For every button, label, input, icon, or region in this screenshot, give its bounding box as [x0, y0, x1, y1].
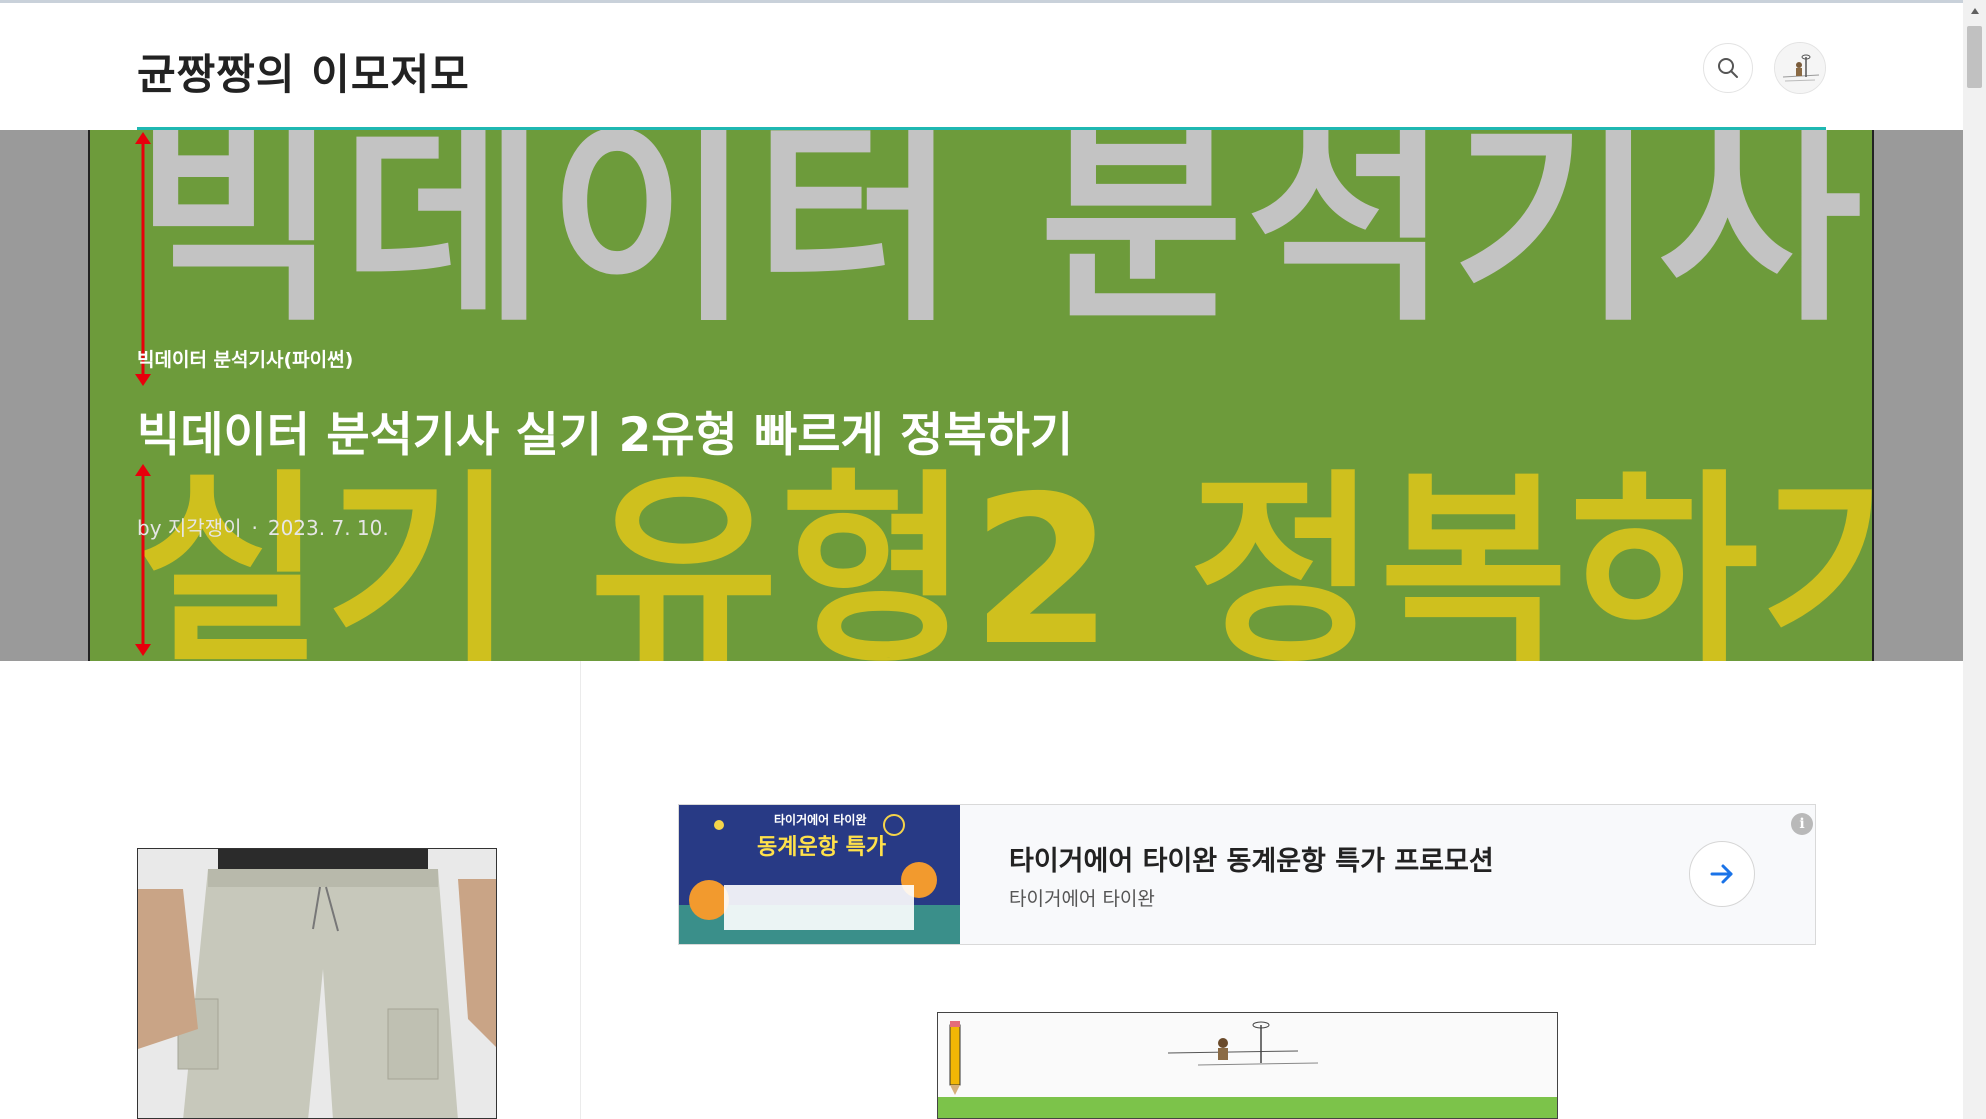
post-date: 2023. 7. 10. [267, 516, 389, 540]
blog-header: 균짱짱의 이모저모 [0, 3, 1963, 132]
info-icon[interactable]: i [1791, 813, 1813, 835]
hero-category-link[interactable]: 빅데이터 분석기사(파이썬) [137, 345, 353, 372]
search-button[interactable] [1703, 43, 1753, 93]
post-author: by 지각쟁이 [137, 516, 242, 540]
column-divider [580, 661, 581, 1119]
meta-separator: · [251, 516, 258, 540]
scroll-up-arrow-icon [1970, 8, 1979, 14]
ad-card[interactable]: 타이거에어 타이완 동계운항 특가 타이거에어 타이완 동계운항 특가 프로모션… [678, 804, 1816, 945]
ad-thumbnail-top-text: 타이거에어 타이완 [774, 813, 867, 827]
profile-avatar[interactable] [1774, 42, 1826, 94]
ad-thumbnail-headline: 동계운항 특가 [757, 835, 887, 860]
cargo-pants-image [138, 849, 496, 1118]
post-title: 빅데이터 분석기사 실기 2유형 빠르게 정복하기 [137, 408, 1074, 463]
sidebar-product-image[interactable] [137, 848, 497, 1119]
blog-title-link[interactable]: 균짱짱의 이모저모 [137, 41, 470, 102]
ad-open-button[interactable] [1689, 841, 1755, 907]
ad-thumbnail: 타이거에어 타이완 동계운항 특가 [679, 805, 960, 944]
post-meta: by 지각쟁이 · 2023. 7. 10. [137, 512, 389, 541]
scrollbar-thumb[interactable] [1967, 26, 1982, 88]
scroll-up-button[interactable] [1963, 0, 1986, 22]
ad-advertiser: 타이거에어 타이완 [1009, 888, 1155, 910]
avatar-drawing-icon [1775, 43, 1825, 93]
vertical-scrollbar[interactable] [1963, 0, 1986, 1119]
search-icon [1718, 58, 1738, 78]
pencil-drawing-graphic [938, 1013, 1557, 1118]
promo-drawing-image[interactable] [937, 1012, 1558, 1119]
ad-title[interactable]: 타이거에어 타이완 동계운항 특가 프로모션 [1009, 839, 1494, 878]
arrow-right-icon [1710, 864, 1733, 884]
